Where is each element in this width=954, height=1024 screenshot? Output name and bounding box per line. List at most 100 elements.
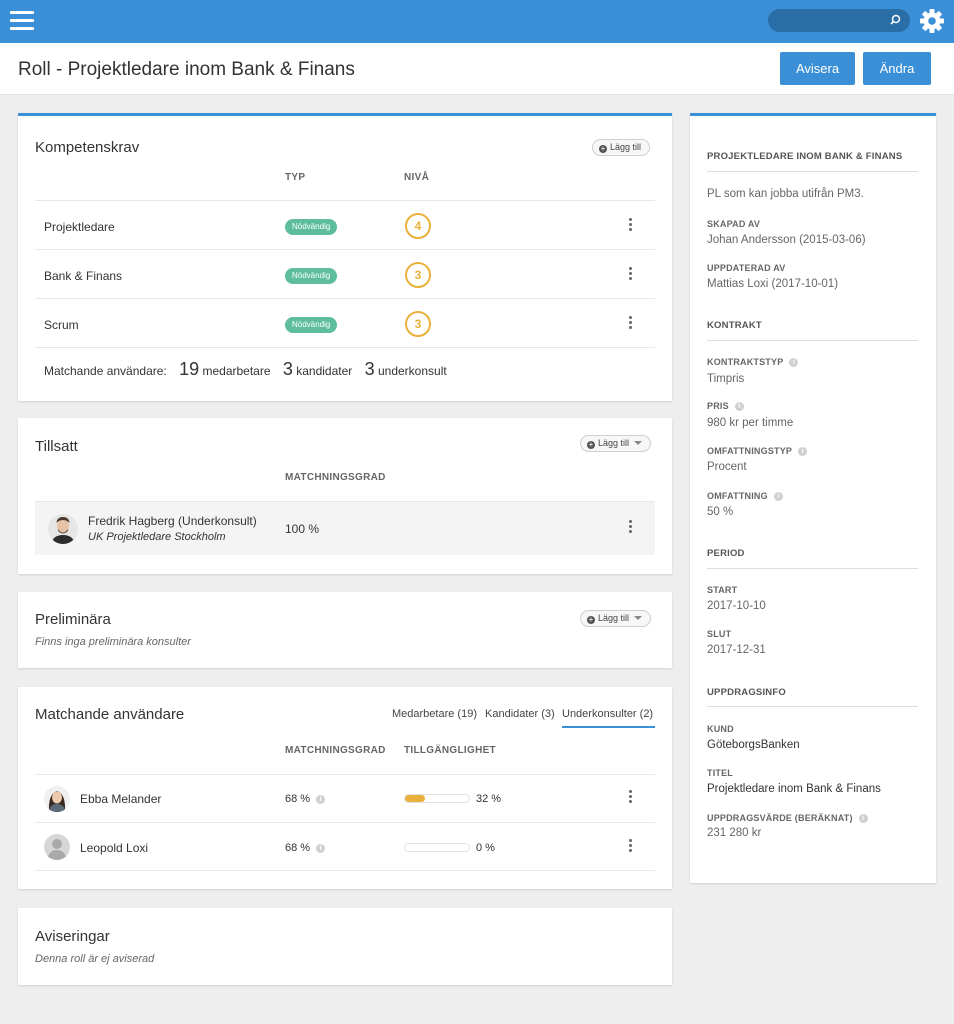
kund-label: KUND [707, 724, 734, 734]
role-description: PL som kan jobba utifrån PM3. [707, 188, 864, 200]
titel-value: Projektledare inom Bank & Finans [707, 783, 881, 795]
add-tillsatt-button[interactable]: + Lägg till [580, 435, 652, 452]
tillsatt-card: Tillsatt + Lägg till MATCHNINGSGRAD Fredr… [18, 418, 672, 574]
more-options-icon[interactable] [624, 218, 636, 236]
column-header-tillganglighet: TILLGÄNGLIGHET [404, 745, 496, 756]
divider [35, 298, 655, 299]
kontraktstyp-value: Timpris [707, 373, 745, 385]
tillsatt-title: Tillsatt [35, 438, 78, 455]
match-percent: 68 % [285, 842, 311, 854]
omfattning-label: OMFATTNING i [707, 491, 783, 501]
titel-label: TITEL [707, 768, 733, 778]
tab-kandidater[interactable]: Kandidater (3) [485, 708, 555, 720]
assigned-row[interactable]: Fredrik Hagberg (Underkonsult) UK Projek… [35, 502, 655, 555]
column-header-matchningsgrad: MATCHNINGSGRAD [285, 472, 386, 483]
info-icon[interactable]: i [316, 795, 326, 804]
gear-icon[interactable] [919, 8, 945, 34]
uppdragsvarde-label: UPPDRAGSVÄRDE (BERÄKNAT) i [707, 813, 868, 823]
matchande-card: Matchande användare Medarbetare (19) Kan… [18, 687, 672, 889]
andra-button[interactable]: Ändra [863, 52, 931, 85]
level-badge: 3 [405, 311, 431, 337]
availability-value: 0 % [476, 842, 495, 854]
match-label-medarbetare[interactable]: medarbetare [202, 364, 270, 378]
availability-bar [404, 843, 470, 852]
aviseringar-card: Aviseringar Denna roll är ej aviserad [18, 908, 672, 985]
kompetenskrav-title: Kompetenskrav [35, 139, 140, 156]
level-badge: 3 [405, 262, 431, 288]
role-info-sidebar: PROJEKTLEDARE INOM BANK & FINANS PL som … [690, 113, 936, 883]
divider [35, 249, 655, 250]
match-percent: 68 % [285, 793, 311, 805]
start-label: START [707, 585, 738, 595]
matchningsgrad-value: 68 % i [285, 842, 326, 854]
skill-name: Projektledare [44, 220, 115, 234]
match-label-underkonsult[interactable]: underkonsult [378, 364, 447, 378]
aviseringar-title: Aviseringar [35, 928, 110, 945]
skill-name: Scrum [44, 318, 79, 332]
hamburger-icon[interactable] [10, 11, 34, 31]
add-label: Lägg till [610, 142, 642, 152]
slut-value: 2017-12-31 [707, 644, 766, 656]
preliminara-title: Preliminära [35, 611, 111, 628]
kontraktstyp-text: KONTRAKTSTYP [707, 357, 784, 367]
kontrakt-heading: KONTRAKT [707, 320, 762, 331]
start-value: 2017-10-10 [707, 600, 766, 612]
more-options-icon[interactable] [624, 316, 636, 334]
level-badge: 4 [405, 213, 431, 239]
plus-icon: + [587, 440, 595, 449]
add-label: Lägg till [598, 613, 630, 623]
divider [35, 774, 655, 775]
info-icon[interactable]: i [734, 402, 744, 411]
divider [35, 347, 655, 348]
divider [35, 822, 655, 823]
match-count-underkonsult[interactable]: 3 [365, 359, 375, 379]
role-heading: PROJEKTLEDARE INOM BANK & FINANS [707, 151, 903, 162]
person-name: Fredrik Hagberg (Underkonsult) [88, 514, 257, 528]
info-icon[interactable]: i [858, 814, 868, 823]
avisera-button[interactable]: Avisera [780, 52, 855, 85]
search-icon[interactable] [888, 13, 902, 27]
info-icon[interactable]: i [316, 844, 326, 853]
matchningsgrad-value: 100 % [285, 522, 320, 536]
info-icon[interactable]: i [798, 447, 808, 456]
uppdragsinfo-heading: UPPDRAGSINFO [707, 687, 786, 698]
search-input[interactable] [776, 12, 884, 29]
skapad-label: SKAPAD AV [707, 219, 761, 229]
user-name: Leopold Loxi [80, 841, 149, 855]
divider [707, 171, 918, 172]
add-kompetens-button[interactable]: + Lägg till [592, 139, 651, 156]
user-name: Ebba Melander [80, 792, 162, 806]
more-options-icon[interactable] [624, 839, 636, 857]
tab-underkonsulter[interactable]: Underkonsulter (2) [562, 708, 655, 728]
search-box[interactable] [768, 9, 910, 32]
match-count-kandidater[interactable]: 3 [283, 359, 293, 379]
period-heading: PERIOD [707, 548, 745, 559]
omfattning-text: OMFATTNING [707, 491, 768, 501]
info-icon[interactable]: i [789, 358, 799, 367]
person-role: UK Projektledare Stockholm [88, 531, 226, 543]
add-label: Lägg till [598, 438, 630, 448]
empty-note: Finns inga preliminära konsulter [35, 636, 191, 648]
divider [35, 870, 655, 871]
plus-icon: + [587, 615, 595, 624]
pris-value: 980 kr per timme [707, 417, 794, 429]
match-count-medarbetare[interactable]: 19 [179, 359, 199, 379]
pris-label: PRIS i [707, 401, 744, 411]
match-label-kandidater[interactable]: kandidater [296, 364, 352, 378]
slut-label: SLUT [707, 629, 732, 639]
more-options-icon[interactable] [624, 520, 636, 538]
omfattningstyp-text: OMFATTNINGSTYP [707, 446, 793, 456]
status-badge: Nödvändig [285, 219, 338, 235]
tab-medarbetare[interactable]: Medarbetare (19) [392, 708, 477, 720]
more-options-icon[interactable] [624, 790, 636, 808]
matchningsgrad-value: 68 % i [285, 793, 326, 805]
availability-bar-fill [405, 795, 425, 802]
add-preliminar-button[interactable]: + Lägg till [580, 610, 652, 627]
divider [707, 568, 918, 569]
more-options-icon[interactable] [624, 267, 636, 285]
skapad-value: Johan Andersson (2015-03-06) [707, 234, 866, 246]
top-bar [0, 0, 954, 43]
status-badge: Nödvändig [285, 317, 338, 333]
info-icon[interactable]: i [773, 492, 783, 501]
omfattningstyp-label: OMFATTNINGSTYP i [707, 446, 808, 456]
